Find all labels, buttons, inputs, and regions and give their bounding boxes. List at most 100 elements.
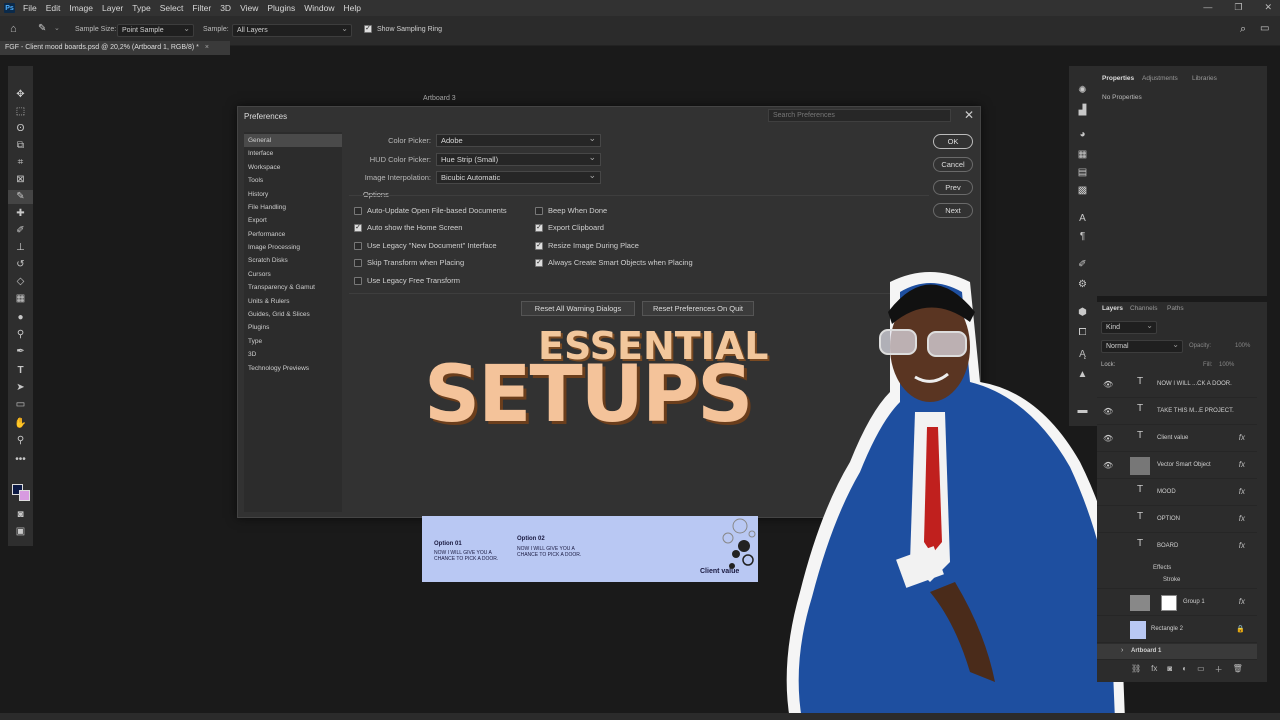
fx-icon[interactable]: fx bbox=[1239, 487, 1245, 496]
fx-icon[interactable]: fx bbox=[1239, 433, 1245, 442]
gradient-tool-icon[interactable]: ▦ bbox=[8, 292, 33, 306]
sample-dropdown[interactable]: All Layers bbox=[232, 23, 352, 37]
home-icon[interactable]: ⌂ bbox=[10, 23, 17, 35]
visibility-eye-icon[interactable]: 👁 bbox=[1103, 461, 1113, 470]
quick-mask-icon[interactable]: ◙ bbox=[8, 508, 33, 522]
cube-icon[interactable]: ⬢ bbox=[1070, 306, 1095, 320]
more-tools-icon[interactable]: ••• bbox=[8, 453, 33, 467]
checkbox-legacy-free-transform[interactable]: Use Legacy Free Transform bbox=[354, 276, 460, 285]
reset-preferences-button[interactable]: Reset Preferences On Quit bbox=[642, 301, 754, 316]
healing-brush-icon[interactable]: ✚ bbox=[8, 207, 33, 221]
reset-warning-dialogs-button[interactable]: Reset All Warning Dialogs bbox=[521, 301, 635, 316]
path-selection-icon[interactable]: ➤ bbox=[8, 381, 33, 395]
layer-row[interactable]: 👁 T Client value fx bbox=[1097, 426, 1257, 452]
visibility-eye-icon[interactable]: 👁 bbox=[1103, 434, 1113, 443]
category-tools[interactable]: Tools bbox=[244, 174, 342, 187]
checkbox-resize-during-place[interactable]: ✓ Resize Image During Place bbox=[535, 241, 639, 250]
link-layers-icon[interactable]: ⛓ bbox=[1131, 664, 1141, 675]
color-icon[interactable]: ◕ bbox=[1070, 128, 1095, 142]
tab-channels[interactable]: Channels bbox=[1130, 305, 1157, 312]
libraries-icon[interactable]: ⧠ bbox=[1070, 326, 1095, 340]
delete-layer-icon[interactable]: 🗑 bbox=[1233, 664, 1243, 675]
layer-row[interactable]: 👁 Vector Smart Object fx bbox=[1097, 453, 1257, 479]
checkbox-export-clipboard[interactable]: ✓ Export Clipboard bbox=[535, 223, 604, 232]
patterns-icon[interactable]: ▩ bbox=[1070, 184, 1095, 198]
restore-icon[interactable]: ❐ bbox=[1234, 2, 1242, 13]
workspace-icon[interactable]: ▭ bbox=[1260, 23, 1269, 34]
category-export[interactable]: Export bbox=[244, 214, 342, 227]
type-tool-icon[interactable]: T bbox=[8, 364, 33, 378]
search-icon[interactable]: ⌕ bbox=[1240, 23, 1246, 36]
adjustments-icon[interactable]: ✺ bbox=[1070, 84, 1095, 98]
eyedropper-tool-icon[interactable]: ✎ bbox=[38, 23, 46, 34]
tool-preset-chevron-icon[interactable]: ⌄ bbox=[54, 24, 60, 32]
checkbox-skip-transform[interactable]: Skip Transform when Placing bbox=[354, 258, 464, 267]
layer-row[interactable]: Group 1 fx bbox=[1097, 590, 1257, 616]
document-tab[interactable]: FGF - Client mood boards.psd @ 20,2% (Ar… bbox=[0, 41, 230, 55]
sample-size-dropdown[interactable]: Point Sample bbox=[117, 23, 194, 37]
rectangle-tool-icon[interactable]: ▭ bbox=[8, 398, 33, 412]
menu-layer[interactable]: Layer bbox=[102, 3, 123, 13]
zoom-tool-icon[interactable]: ⚲ bbox=[8, 434, 33, 448]
category-interface[interactable]: Interface bbox=[244, 147, 342, 160]
checkbox-legacy-new-doc[interactable]: Use Legacy "New Document" Interface bbox=[354, 241, 497, 250]
category-3d[interactable]: 3D bbox=[244, 348, 342, 361]
visibility-eye-icon[interactable]: 👁 bbox=[1103, 380, 1113, 389]
category-technology-previews[interactable]: Technology Previews bbox=[244, 362, 342, 375]
histogram-icon[interactable]: ▟ bbox=[1070, 104, 1095, 118]
new-layer-icon[interactable]: ＋ bbox=[1215, 664, 1223, 675]
prev-button[interactable]: Prev bbox=[933, 180, 973, 195]
ok-button[interactable]: OK bbox=[933, 134, 973, 149]
preferences-search-input[interactable]: Search Preferences bbox=[768, 109, 951, 122]
checkbox-smart-objects[interactable]: ✓ Always Create Smart Objects when Placi… bbox=[535, 258, 693, 267]
show-sampling-ring-checkbox[interactable]: ✓ Show Sampling Ring bbox=[364, 25, 442, 33]
clone-stamp-icon[interactable]: ⊥ bbox=[8, 241, 33, 255]
category-workspace[interactable]: Workspace bbox=[244, 161, 342, 174]
blend-mode-dropdown[interactable]: Normal bbox=[1101, 339, 1183, 353]
menu-view[interactable]: View bbox=[240, 3, 258, 13]
tab-layers[interactable]: Layers bbox=[1102, 305, 1123, 312]
color-picker-dropdown[interactable]: Adobe bbox=[436, 133, 601, 147]
hand-tool-icon[interactable]: ✋ bbox=[8, 417, 33, 431]
image-interpolation-dropdown[interactable]: Bicubic Automatic bbox=[436, 170, 601, 184]
swatches-icon[interactable]: ▦ bbox=[1070, 148, 1095, 162]
next-button[interactable]: Next bbox=[933, 203, 973, 218]
fx-icon[interactable]: fx bbox=[1239, 541, 1245, 550]
actions-icon[interactable]: ▲ bbox=[1070, 368, 1095, 382]
fx-icon[interactable]: fx bbox=[1239, 597, 1245, 606]
layer-row[interactable]: T MOOD fx bbox=[1097, 480, 1257, 506]
minimize-icon[interactable]: — bbox=[1203, 2, 1212, 13]
glyphs-icon[interactable]: Ą bbox=[1070, 348, 1095, 362]
fill-value[interactable]: 100% bbox=[1219, 362, 1234, 368]
category-performance[interactable]: Performance bbox=[244, 228, 342, 241]
menu-edit[interactable]: Edit bbox=[46, 3, 61, 13]
eraser-tool-icon[interactable]: ◇ bbox=[8, 275, 33, 289]
layer-row[interactable]: 👁 T TAKE THIS M...E PROJECT. bbox=[1097, 399, 1257, 425]
close-window-icon[interactable]: ✕ bbox=[1264, 2, 1272, 13]
dodge-tool-icon[interactable]: ⚲ bbox=[8, 328, 33, 342]
category-units-rulers[interactable]: Units & Rulers bbox=[244, 295, 342, 308]
category-type[interactable]: Type bbox=[244, 335, 342, 348]
category-guides-grid[interactable]: Guides, Grid & Slices bbox=[244, 308, 342, 321]
new-group-icon[interactable]: ▭ bbox=[1197, 664, 1205, 675]
paragraph-icon[interactable]: ¶ bbox=[1070, 230, 1095, 244]
close-dialog-icon[interactable]: ✕ bbox=[964, 108, 974, 122]
menu-image[interactable]: Image bbox=[69, 3, 93, 13]
tab-properties[interactable]: Properties bbox=[1102, 75, 1134, 82]
menu-filter[interactable]: Filter bbox=[192, 3, 211, 13]
layer-row[interactable]: T BOARD fx Effects Stroke bbox=[1097, 534, 1257, 589]
close-tab-icon[interactable]: × bbox=[205, 44, 209, 51]
lasso-tool-icon[interactable]: ʘ bbox=[8, 122, 33, 136]
artboard-group-row[interactable]: › Artboard 1 bbox=[1097, 644, 1257, 660]
category-image-processing[interactable]: Image Processing bbox=[244, 241, 342, 254]
frame-tool-icon[interactable]: ⊠ bbox=[8, 173, 33, 187]
layer-kind-filter[interactable]: Kind bbox=[1101, 320, 1157, 334]
menu-file[interactable]: File bbox=[23, 3, 37, 13]
crop-tool-icon[interactable]: ⌗ bbox=[8, 156, 33, 170]
layer-row[interactable]: Rectangle 2 🔒 bbox=[1097, 617, 1257, 643]
brush-tool-icon[interactable]: ✐ bbox=[8, 224, 33, 238]
fx-icon[interactable]: fx bbox=[1239, 460, 1245, 469]
tab-libraries[interactable]: Libraries bbox=[1192, 75, 1217, 82]
object-selection-tool-icon[interactable]: ⧉ bbox=[8, 139, 33, 153]
category-cursors[interactable]: Cursors bbox=[244, 268, 342, 281]
